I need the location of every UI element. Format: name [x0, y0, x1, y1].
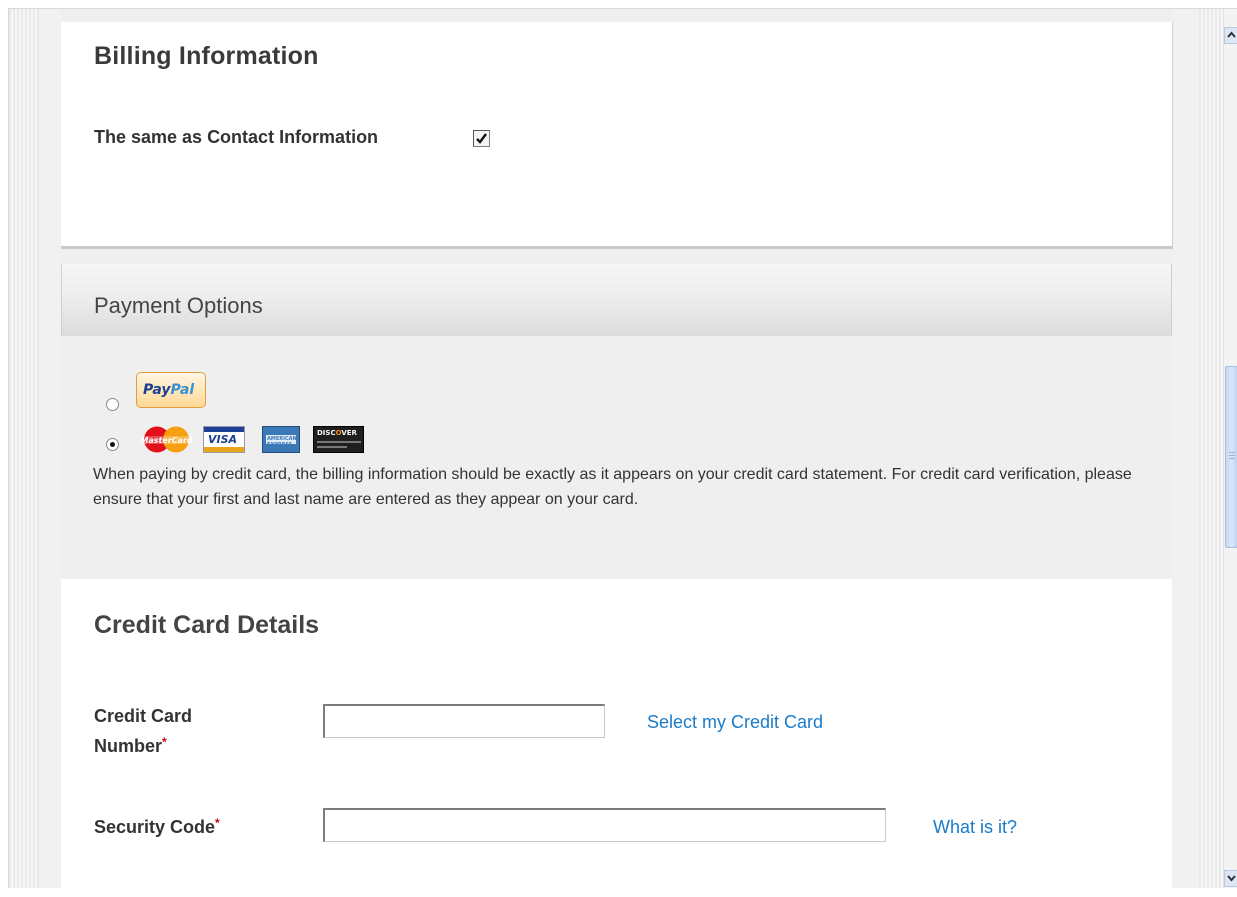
- radio-selected-dot: [110, 442, 115, 447]
- payment-note: When paying by credit card, the billing …: [93, 466, 1132, 508]
- amex-logo: AMERICAN EXPRESS: [262, 426, 300, 453]
- page-frame: Billing Information The same as Contact …: [8, 8, 1237, 888]
- mastercard-logo: MasterCard: [139, 426, 194, 453]
- checkmark-icon: [476, 133, 487, 144]
- billing-panel: Billing Information The same as Contact …: [61, 22, 1173, 246]
- credit-card-panel: Credit Card Details Credit Card Number* …: [61, 579, 1172, 888]
- scroll-up-button[interactable]: [1224, 27, 1237, 44]
- paypal-logo[interactable]: PayPal: [136, 372, 206, 408]
- payment-panel: Payment Options PayPal MasterCard VISA A…: [61, 264, 1172, 579]
- credit-card-title: Credit Card Details: [94, 611, 320, 639]
- billing-title: Billing Information: [94, 42, 319, 70]
- left-gutter: [39, 9, 61, 888]
- grip-icon: [1229, 452, 1235, 460]
- svg-text:MasterCard: MasterCard: [140, 436, 193, 445]
- same-as-contact-checkbox[interactable]: [473, 130, 490, 147]
- payment-title: Payment Options: [94, 293, 263, 318]
- paypal-logo-text: PayPal: [143, 382, 195, 398]
- credit-card-number-label-line1: Credit Card: [94, 706, 193, 726]
- scroll-down-button[interactable]: [1224, 870, 1237, 887]
- security-code-input[interactable]: [323, 808, 886, 842]
- credit-card-number-label: Credit Card Number*: [94, 701, 284, 761]
- scroll-thumb[interactable]: [1225, 366, 1237, 548]
- right-border-pattern: [1199, 9, 1223, 888]
- required-marker: *: [162, 735, 167, 749]
- credit-card-radio[interactable]: [106, 438, 119, 451]
- same-as-contact-label: The same as Contact Information: [94, 127, 379, 147]
- security-code-label: Security Code*: [94, 812, 284, 842]
- discover-logo: DISCOVER: [313, 426, 364, 453]
- credit-card-number-input[interactable]: [323, 704, 605, 738]
- chevron-up-icon: [1227, 31, 1236, 38]
- select-credit-card-link[interactable]: Select my Credit Card: [647, 712, 823, 733]
- right-gutter: [1173, 9, 1199, 888]
- chevron-down-icon: [1227, 875, 1236, 882]
- security-code-label-text: Security Code: [94, 817, 216, 837]
- left-border-pattern: [9, 9, 39, 888]
- credit-card-number-label-line2: Number: [94, 736, 163, 756]
- vertical-scrollbar[interactable]: [1223, 9, 1237, 888]
- visa-logo: VISA: [203, 426, 245, 453]
- required-marker: *: [215, 816, 220, 830]
- payment-header: Payment Options: [61, 264, 1172, 336]
- what-is-it-link[interactable]: What is it?: [933, 817, 1017, 838]
- paypal-radio[interactable]: [106, 398, 119, 411]
